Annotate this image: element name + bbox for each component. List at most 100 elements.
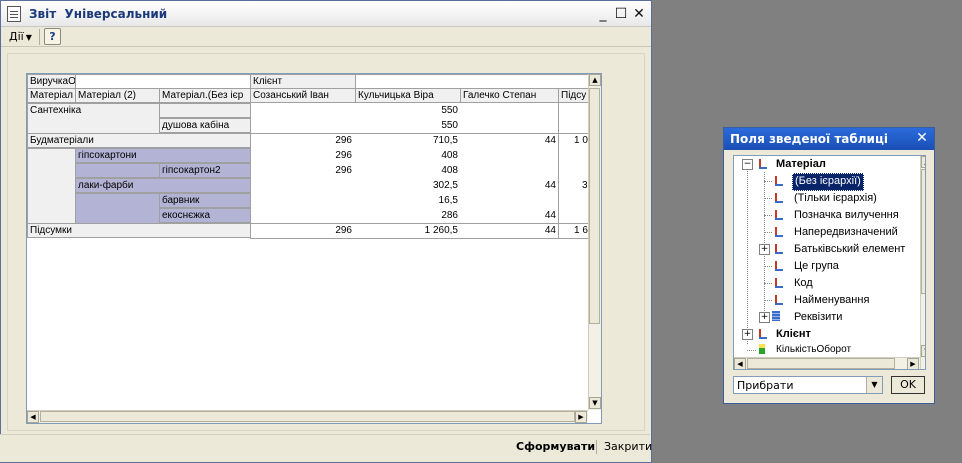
minimize-button[interactable]: _ — [595, 6, 611, 22]
value-cell[interactable]: 44 — [460, 209, 559, 224]
tree-item-parent[interactable]: Батьківський елемент — [794, 241, 905, 257]
actions-menu-button[interactable]: Дії ▼ — [5, 29, 36, 45]
tree-item-attributes[interactable]: Реквізити — [794, 309, 842, 325]
top-empty-cell[interactable] — [75, 74, 251, 89]
value-cell[interactable]: 44 — [460, 179, 559, 194]
ok-button[interactable]: OK — [891, 376, 925, 394]
expand-icon[interactable]: + — [759, 312, 770, 323]
value-cell[interactable] — [460, 104, 559, 119]
grid-divider — [558, 103, 559, 239]
vertical-scroll-thumb[interactable] — [589, 88, 600, 324]
value-cell[interactable]: 296 — [251, 149, 355, 164]
measure-header-cell[interactable]: ВиручкаО — [27, 74, 76, 89]
expand-icon[interactable]: + — [742, 329, 753, 340]
tree-item-predefined[interactable]: Напередвизначений — [794, 224, 898, 240]
scroll-down-arrow[interactable]: ▼ — [921, 345, 925, 357]
tree-item-deletion-mark[interactable]: Позначка вилучення — [794, 207, 899, 223]
value-cell[interactable]: 408 — [355, 164, 461, 179]
column-header-client-3[interactable]: Галечко Степан — [460, 88, 559, 103]
row-header-budmaterialy[interactable]: Будматеріали — [27, 133, 251, 148]
collapse-icon[interactable]: − — [742, 159, 753, 170]
row-header-empty[interactable] — [75, 163, 160, 178]
maximize-button[interactable]: ☐ — [613, 6, 629, 22]
panel-title-bar[interactable]: Поля зведеної таблиці ✕ — [724, 128, 934, 150]
column-header-material-2[interactable]: Матеріал (2) — [75, 88, 160, 103]
scroll-down-arrow[interactable]: ▼ — [589, 397, 601, 409]
close-window-button[interactable]: ✕ — [631, 6, 647, 22]
chevron-down-icon: ▼ — [25, 33, 32, 42]
column-header-material-flat[interactable]: Матеріал.(Без ієр — [159, 88, 251, 103]
grid-divider — [250, 238, 601, 239]
value-cell[interactable]: 550 — [355, 104, 461, 119]
panel-close-button[interactable]: ✕ — [914, 130, 930, 146]
dimension-icon — [772, 227, 783, 237]
row-header-empty[interactable] — [159, 103, 251, 118]
value-cell[interactable]: 44 — [460, 224, 559, 239]
row-header-dushova-kabina[interactable]: душова кабіна — [159, 118, 251, 133]
dimension-icon — [772, 244, 783, 254]
scroll-left-arrow[interactable]: ◀ — [27, 411, 39, 423]
tree-scroll-thumb[interactable] — [921, 169, 925, 294]
value-cell[interactable]: 44 — [460, 134, 559, 149]
row-header-gipsokartony[interactable]: гіпсокартони — [75, 148, 251, 163]
dimension-icon — [772, 295, 783, 305]
row-header-laky-farby[interactable]: лаки-фарби — [75, 178, 251, 193]
top-empty-cell-right[interactable] — [355, 74, 601, 89]
row-header-ekosnezhka[interactable]: екоснєжка — [159, 208, 251, 223]
help-button[interactable]: ? — [44, 28, 61, 45]
tree-vertical-scrollbar[interactable]: ▲ ▼ — [920, 156, 925, 369]
tree-line — [764, 181, 772, 182]
row-header-gipsokarton2[interactable]: гіпсокартон2 — [159, 163, 251, 178]
value-cell[interactable]: 296 — [251, 224, 355, 239]
row-header-barvnyk[interactable]: барвник — [159, 193, 251, 208]
row-header-totals[interactable]: Підсумки — [27, 223, 251, 238]
value-cell[interactable]: 296 — [251, 134, 355, 149]
column-header-material[interactable]: Матеріал — [27, 88, 76, 103]
row-group-spacer — [27, 148, 76, 224]
tree-item-client[interactable]: Клієнт — [776, 326, 811, 342]
tree-item-quantity-turnover[interactable]: КількістьОборот — [776, 342, 851, 358]
row-header-santekhnika[interactable]: Сантехніка — [27, 103, 160, 134]
value-cell[interactable]: 16,5 — [355, 194, 461, 209]
scroll-up-arrow[interactable]: ▲ — [589, 74, 601, 86]
tree-item-name[interactable]: Найменування — [794, 292, 869, 308]
tree-horizontal-scrollbar[interactable]: ◀ ▶ — [734, 357, 920, 369]
action-select[interactable]: Прибрати ▼ — [733, 376, 883, 394]
value-cell[interactable]: 286 — [355, 209, 461, 224]
tree-line — [764, 198, 772, 199]
column-header-client-1[interactable]: Созанський Іван — [250, 88, 356, 103]
tree-item-is-group[interactable]: Це група — [794, 258, 839, 274]
value-cell[interactable]: 1 260,5 — [355, 224, 461, 239]
scroll-up-arrow[interactable]: ▲ — [921, 156, 925, 168]
value-cell[interactable] — [251, 119, 355, 134]
scroll-left-arrow[interactable]: ◀ — [734, 358, 746, 369]
tree-hscroll-thumb[interactable] — [747, 358, 895, 369]
value-cell[interactable]: 302,5 — [355, 179, 461, 194]
generate-button[interactable]: Сформувати — [512, 438, 599, 456]
value-cell[interactable]: 296 — [251, 164, 355, 179]
client-header-cell[interactable]: Клієнт — [250, 74, 356, 89]
dimension-icon — [772, 261, 783, 271]
close-button[interactable]: Закрити — [600, 438, 656, 456]
column-header-client-2[interactable]: Кульчицька Віра — [355, 88, 461, 103]
expand-icon[interactable]: + — [759, 244, 770, 255]
tree-line — [747, 350, 756, 351]
pivot-table-grid[interactable]: ВиручкаО Клієнт Матеріал Матеріал (2) Ма… — [26, 73, 602, 424]
fields-tree[interactable]: − Матеріал (Без ієрархії) (Тільки ієрарх… — [733, 155, 926, 370]
dimension-icon — [772, 176, 783, 186]
value-cell[interactable]: 710,5 — [355, 134, 461, 149]
tree-item-material[interactable]: Матеріал — [776, 156, 826, 172]
chevron-down-icon[interactable]: ▼ — [866, 377, 882, 393]
value-cell[interactable] — [251, 104, 355, 119]
tree-item-only-hierarchy[interactable]: (Тільки ієрархія) — [794, 190, 877, 206]
row-header-empty[interactable] — [75, 193, 160, 224]
scroll-right-arrow[interactable]: ▶ — [907, 358, 919, 369]
title-bar[interactable]: Звіт Універсальний _ ☐ ✕ — [1, 1, 651, 27]
horizontal-scroll-thumb[interactable] — [40, 411, 575, 422]
tree-item-code[interactable]: Код — [794, 275, 813, 291]
tree-item-no-hierarchy[interactable]: (Без ієрархії) — [792, 173, 864, 191]
value-cell[interactable]: 408 — [355, 149, 461, 164]
scroll-right-arrow[interactable]: ▶ — [575, 411, 587, 423]
value-cell[interactable]: 550 — [355, 119, 461, 134]
tree-line — [764, 300, 772, 301]
